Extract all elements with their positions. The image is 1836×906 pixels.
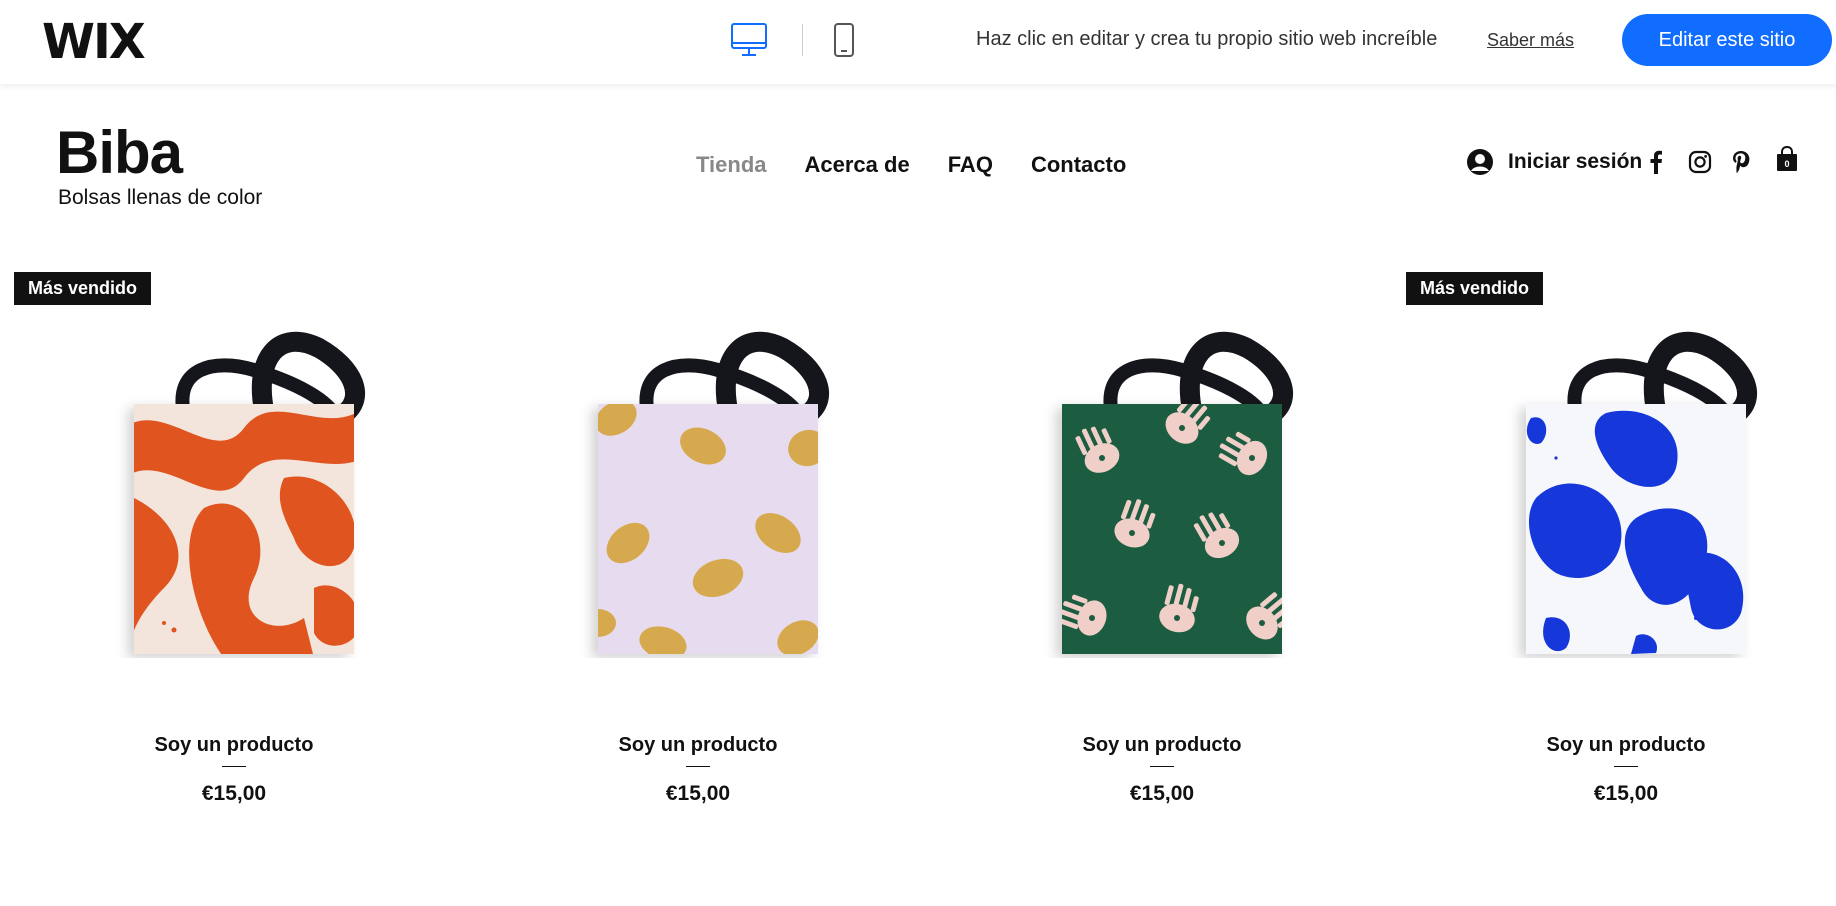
cart-count: 0 xyxy=(1784,159,1790,169)
banner-message: Haz clic en editar y crea tu propio siti… xyxy=(976,28,1438,50)
nav-item-tienda[interactable]: Tienda xyxy=(696,152,767,178)
user-avatar-icon xyxy=(1467,149,1493,175)
main-nav: Tienda Acerca de FAQ Contacto xyxy=(696,152,1126,178)
device-divider xyxy=(802,24,803,56)
product-name[interactable]: Soy un producto xyxy=(1406,734,1836,757)
product-price: €15,00 xyxy=(665,782,731,805)
product-name[interactable]: Soy un producto xyxy=(14,734,454,757)
instagram-icon[interactable] xyxy=(1688,150,1712,174)
product-image[interactable] xyxy=(1496,318,1766,658)
product-divider xyxy=(1150,766,1174,767)
wix-banner: WIX Haz clic en editar y crea tu propio … xyxy=(0,0,1836,84)
best-seller-badge: Más vendido xyxy=(14,272,152,305)
login-label: Iniciar sesión xyxy=(1508,150,1643,173)
product-price: €15,00 xyxy=(1129,782,1195,805)
learn-more-link[interactable]: Saber más xyxy=(1487,30,1574,51)
product-image[interactable] xyxy=(568,318,838,658)
product-divider xyxy=(1614,766,1638,767)
mobile-view-icon[interactable] xyxy=(833,22,855,58)
nav-item-contacto[interactable]: Contacto xyxy=(1031,152,1126,178)
edit-site-button[interactable]: Editar este sitio xyxy=(1622,14,1832,66)
wix-logo: WIX xyxy=(42,14,146,70)
site-brand[interactable]: Biba xyxy=(56,118,183,187)
product-price: €15,00 xyxy=(201,782,267,805)
product-name[interactable]: Soy un producto xyxy=(942,734,1382,757)
product-price: €15,00 xyxy=(1593,782,1659,805)
product-name[interactable]: Soy un producto xyxy=(478,734,918,757)
nav-item-acerca-de[interactable]: Acerca de xyxy=(805,152,910,178)
product-divider xyxy=(686,766,710,767)
nav-item-faq[interactable]: FAQ xyxy=(948,152,993,178)
product-card[interactable]: Soy un producto €15,00 xyxy=(942,272,1382,832)
pinterest-icon[interactable] xyxy=(1731,150,1751,174)
login-button[interactable]: Iniciar sesión xyxy=(1466,148,1642,176)
product-card[interactable]: Más vendido Soy un producto €15,00 xyxy=(1406,272,1836,832)
best-seller-badge: Más vendido xyxy=(1406,272,1544,305)
product-divider xyxy=(222,766,246,767)
product-card[interactable]: Soy un producto €15,00 xyxy=(478,272,918,832)
facebook-icon[interactable] xyxy=(1648,150,1664,174)
product-image[interactable] xyxy=(1032,318,1302,658)
desktop-view-icon[interactable] xyxy=(730,22,768,58)
cart-button[interactable]: 0 xyxy=(1776,145,1798,177)
product-card[interactable]: Más vendido Soy un producto €15,00 xyxy=(14,272,454,832)
site-tagline: Bolsas llenas de color xyxy=(58,186,263,209)
product-image[interactable] xyxy=(104,318,374,658)
